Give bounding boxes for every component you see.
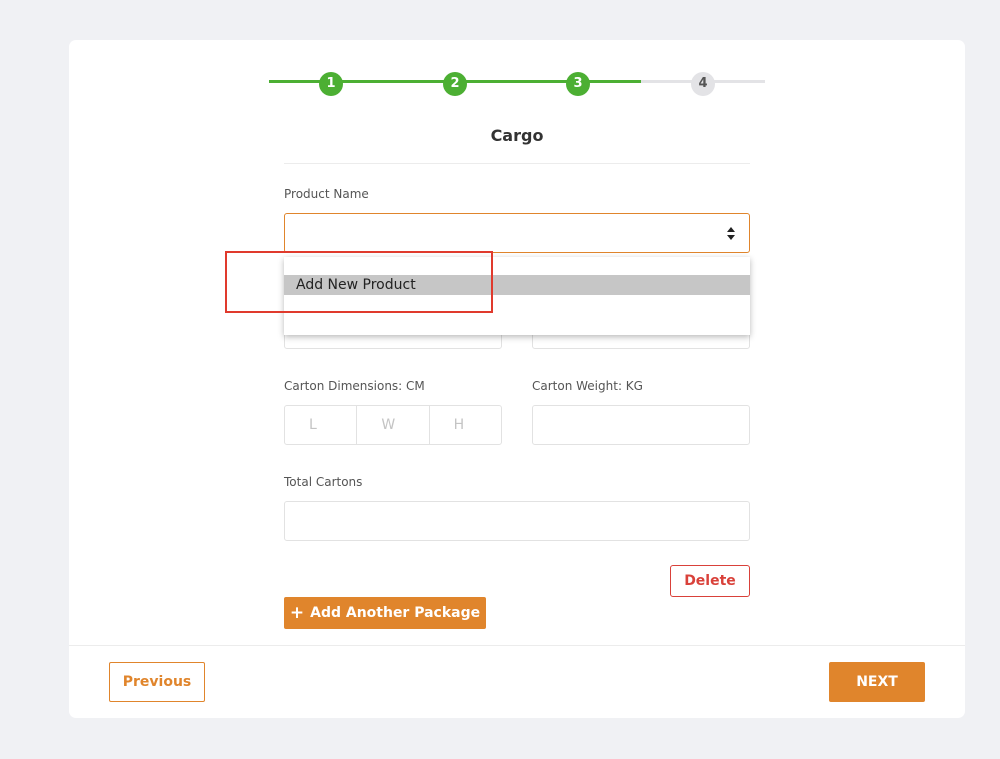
carton-weight-input[interactable]: [532, 405, 750, 445]
next-button[interactable]: NEXT: [829, 662, 925, 702]
plus-icon: +: [289, 602, 305, 623]
add-another-package-label: Add Another Package: [310, 605, 481, 621]
height-input[interactable]: H: [430, 406, 501, 444]
section-title: Cargo: [490, 126, 544, 145]
footer-divider: [69, 645, 965, 646]
length-input[interactable]: L: [285, 406, 358, 444]
carton-dimensions-label: Carton Dimensions: CM: [284, 379, 425, 393]
delete-button[interactable]: Delete: [670, 565, 750, 597]
add-another-package-button[interactable]: + Add Another Package: [284, 597, 486, 629]
product-name-label: Product Name: [284, 187, 369, 201]
annotation-highlight: [225, 251, 493, 313]
total-cartons-input[interactable]: [284, 501, 750, 541]
product-name-select[interactable]: [284, 213, 750, 253]
carton-dimensions-group: L W H: [284, 405, 502, 445]
total-cartons-label: Total Cartons: [284, 475, 363, 489]
step-1[interactable]: 1: [319, 72, 343, 96]
step-3[interactable]: 3: [566, 72, 590, 96]
carton-weight-label: Carton Weight: KG: [532, 379, 643, 393]
step-2[interactable]: 2: [443, 72, 467, 96]
sort-arrows-icon: [726, 227, 736, 241]
previous-button[interactable]: Previous: [109, 662, 205, 702]
width-input[interactable]: W: [357, 406, 430, 444]
divider: [284, 163, 750, 164]
step-4[interactable]: 4: [691, 72, 715, 96]
